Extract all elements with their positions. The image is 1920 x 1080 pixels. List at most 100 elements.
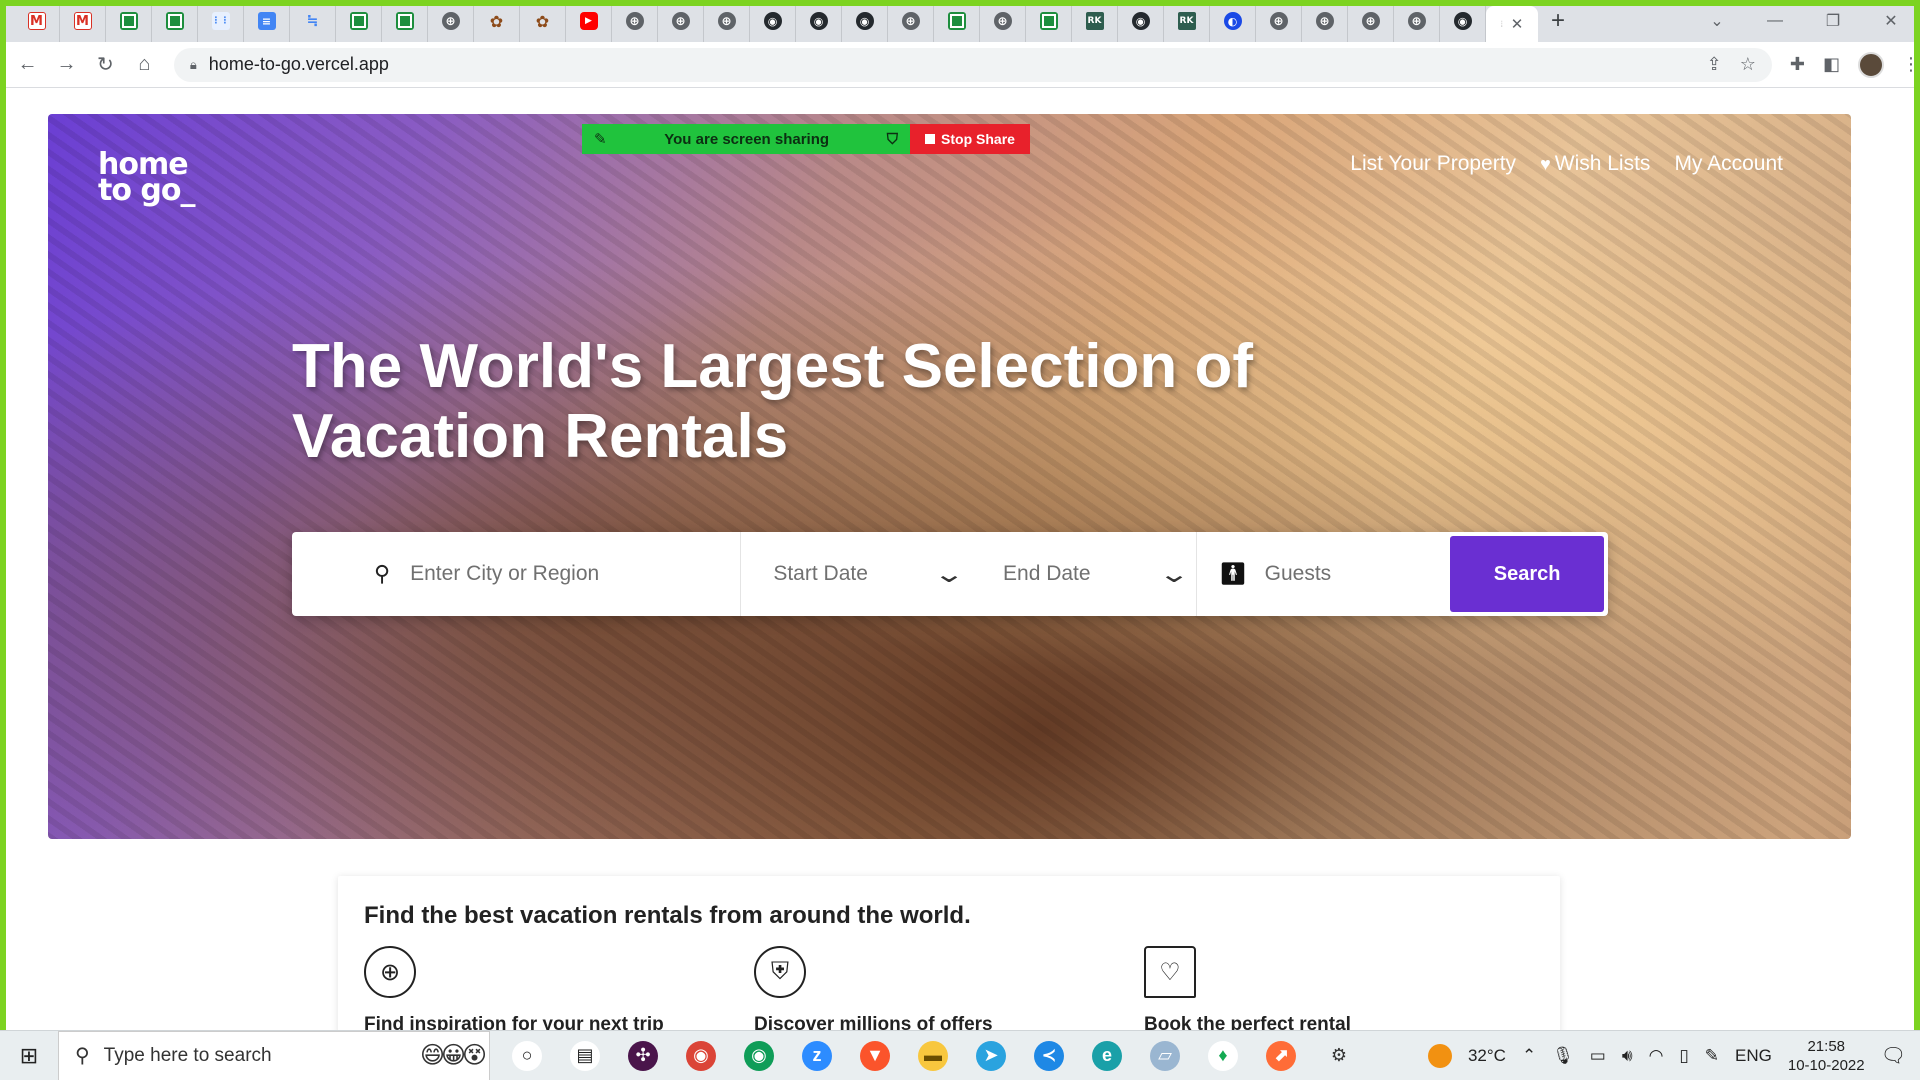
browser-tab[interactable] xyxy=(244,0,290,42)
language-indicator[interactable]: ENG xyxy=(1735,1046,1772,1066)
browser-tab[interactable] xyxy=(1026,0,1072,42)
guests-field[interactable]: 🚹︎ Guests xyxy=(1197,532,1451,616)
microphone-icon[interactable]: 🎙︎ xyxy=(1552,1046,1574,1066)
my-account-link[interactable]: My Account xyxy=(1674,152,1783,176)
taskbar-app-postman[interactable]: ⬈ xyxy=(1252,1031,1310,1080)
weather-sun-icon[interactable] xyxy=(1427,1043,1452,1068)
share-icon[interactable]: ⇪ xyxy=(1707,54,1722,75)
browser-tab[interactable] xyxy=(336,0,382,42)
taskbar-app-widgets[interactable]: ▤ xyxy=(556,1031,614,1080)
windows-start-icon[interactable]: ⊞ xyxy=(0,1043,58,1069)
browser-tab[interactable]: RK xyxy=(1164,0,1210,42)
browser-tab[interactable] xyxy=(1302,0,1348,42)
taskbar-app-task-view[interactable]: ○ xyxy=(498,1031,556,1080)
screen-share-message[interactable]: ✎ You are screen sharing ⛉ xyxy=(582,124,910,154)
browser-tab[interactable] xyxy=(842,0,888,42)
wifi-icon[interactable]: ◠ xyxy=(1649,1046,1664,1066)
list-property-link[interactable]: List Your Property xyxy=(1350,152,1516,176)
taskbar-app-telegram[interactable]: ➤ xyxy=(962,1031,1020,1080)
system-clock[interactable]: 21:58 10-10-2022 xyxy=(1788,1037,1865,1075)
gmail-favicon-icon: M xyxy=(73,12,92,30)
lock-icon[interactable]: 🔒︎ xyxy=(190,57,197,73)
browser-tab[interactable] xyxy=(658,0,704,42)
browser-tab[interactable] xyxy=(290,0,336,42)
browser-tab-strip: M M RK RK ⦙ ✕ + ⌄ — ❐ ✕ xyxy=(0,0,1920,42)
taskbar-app-file-explorer[interactable]: ▬ xyxy=(904,1031,962,1080)
browser-tab[interactable] xyxy=(1348,0,1394,42)
browser-tab[interactable] xyxy=(428,0,474,42)
logo-line-2: to go_ xyxy=(98,173,195,208)
browser-tab[interactable] xyxy=(566,0,612,42)
close-tab-icon[interactable]: ✕ xyxy=(1511,15,1524,33)
end-date-select[interactable]: End Date ⌄ xyxy=(971,532,1197,616)
browser-tab[interactable] xyxy=(152,0,198,42)
browser-tab[interactable] xyxy=(198,0,244,42)
browser-tab[interactable] xyxy=(106,0,152,42)
phone-link-icon[interactable]: ▯ xyxy=(1679,1046,1688,1066)
browser-tab[interactable] xyxy=(934,0,980,42)
url-text[interactable]: home-to-go.vercel.app xyxy=(209,54,389,75)
browser-tab[interactable]: RK xyxy=(1072,0,1118,42)
notifications-icon[interactable]: 🗨︎ xyxy=(1881,1043,1906,1068)
browser-tab[interactable] xyxy=(474,0,520,42)
wish-lists-link[interactable]: ♥ Wish Lists xyxy=(1540,152,1650,176)
taskbar-app-notepad[interactable]: ▱ xyxy=(1136,1031,1194,1080)
pen-icon[interactable]: ✎ xyxy=(1705,1046,1719,1066)
extensions-icon[interactable]: ✚ xyxy=(1790,54,1805,75)
globe-location-icon: ⊕ xyxy=(364,946,416,998)
taskbar-app-vscode[interactable]: ≺ xyxy=(1020,1031,1078,1080)
home-to-go-logo[interactable]: home to go_ xyxy=(98,150,195,208)
taskbar-search[interactable]: ⚲ Type here to search 😄😀😵 xyxy=(58,1030,490,1080)
browser-tab[interactable] xyxy=(1440,0,1486,42)
taskbar-app-slack[interactable]: ✣ xyxy=(614,1031,672,1080)
taskbar-app-edge[interactable]: e xyxy=(1078,1031,1136,1080)
bookmark-star-icon[interactable]: ☆ xyxy=(1740,54,1756,75)
flow-favicon-icon xyxy=(304,12,322,30)
battery-icon[interactable]: ▭ xyxy=(1590,1046,1606,1066)
browser-tab[interactable] xyxy=(1210,0,1256,42)
taskbar-app-zoom[interactable]: z xyxy=(788,1031,846,1080)
tab-search-icon[interactable]: ⌄ xyxy=(1688,0,1746,42)
browser-tab[interactable] xyxy=(520,0,566,42)
minimize-icon[interactable]: — xyxy=(1746,0,1804,42)
search-button[interactable]: Search xyxy=(1450,536,1604,612)
browser-tab[interactable] xyxy=(382,0,428,42)
browser-tab[interactable]: M xyxy=(60,0,106,42)
taskbar-app-chrome[interactable]: ◉ xyxy=(672,1031,730,1080)
new-tab-button[interactable]: + xyxy=(1538,7,1578,35)
taskbar-app-mongodb[interactable]: ♦ xyxy=(1194,1031,1252,1080)
guests-placeholder: Guests xyxy=(1264,562,1332,585)
active-tab[interactable]: ⦙ ✕ xyxy=(1486,6,1538,42)
browser-tab[interactable] xyxy=(1118,0,1164,42)
home-icon[interactable]: ⌂ xyxy=(125,53,164,76)
browser-tab[interactable] xyxy=(704,0,750,42)
forward-icon[interactable]: → xyxy=(47,53,86,76)
browser-tab[interactable] xyxy=(612,0,658,42)
feature-item: ⛨ Discover millions of offers xyxy=(754,946,1144,1036)
stop-share-button[interactable]: Stop Share xyxy=(910,124,1030,154)
start-date-select[interactable]: Start Date ⌄ xyxy=(741,532,971,616)
side-panel-icon[interactable]: ◧ xyxy=(1823,54,1840,75)
browser-tab[interactable]: M xyxy=(14,0,60,42)
features-list: ⊕ Find inspiration for your next trip ⛨ … xyxy=(364,946,1534,1036)
close-window-icon[interactable]: ✕ xyxy=(1862,0,1920,42)
taskbar-app-chrome-profile[interactable]: ◉ xyxy=(730,1031,788,1080)
browser-tab[interactable] xyxy=(1256,0,1302,42)
restore-icon[interactable]: ❐ xyxy=(1804,0,1862,42)
browser-tab[interactable] xyxy=(750,0,796,42)
back-icon[interactable]: ← xyxy=(8,53,47,76)
city-search-field[interactable]: ⚲ Enter City or Region xyxy=(292,532,742,616)
browser-tab[interactable] xyxy=(980,0,1026,42)
weather-temp[interactable]: 32°C xyxy=(1468,1046,1506,1066)
taskbar-app-brave[interactable]: ▼ xyxy=(846,1031,904,1080)
browser-tab[interactable] xyxy=(796,0,842,42)
reload-icon[interactable]: ↻ xyxy=(86,52,125,77)
volume-icon[interactable]: 🔊︎ xyxy=(1622,1046,1633,1066)
menu-icon[interactable]: ⋮ xyxy=(1902,54,1920,75)
address-bar[interactable]: 🔒︎ home-to-go.vercel.app ⇪ ☆ xyxy=(173,47,1772,82)
taskbar-app-settings[interactable]: ⚙ xyxy=(1310,1031,1368,1080)
browser-tab[interactable] xyxy=(1394,0,1440,42)
browser-tab[interactable] xyxy=(888,0,934,42)
chevron-up-icon[interactable]: ⌃ xyxy=(1522,1046,1536,1066)
profile-avatar[interactable] xyxy=(1858,51,1885,78)
